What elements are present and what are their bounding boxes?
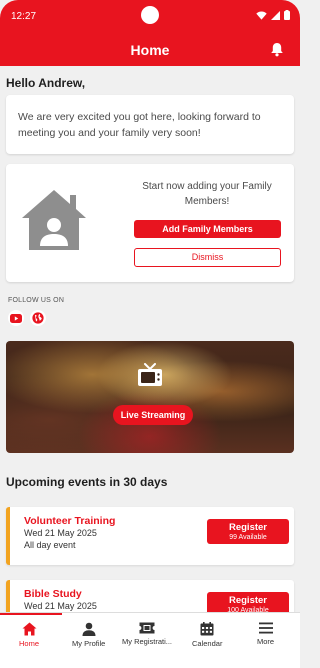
- event-title: Bible Study: [24, 588, 82, 600]
- globe-icon: [32, 312, 44, 324]
- add-family-members-button[interactable]: Add Family Members: [134, 220, 281, 238]
- person-icon: [82, 622, 96, 636]
- event-card[interactable]: Volunteer Training Wed 21 May 2025 All d…: [6, 507, 294, 565]
- event-date: Wed 21 May 2025: [24, 528, 97, 538]
- ticket-icon: [139, 622, 155, 634]
- event-date: Wed 21 May 2025: [24, 601, 97, 611]
- menu-icon: [258, 622, 273, 634]
- nav-item-my-profile[interactable]: My Profile: [72, 622, 105, 648]
- active-tab-indicator: [0, 613, 62, 615]
- welcome-text: We are very excited you got here, lookin…: [18, 111, 261, 139]
- register-label: Register: [228, 595, 267, 606]
- app-bar: Home: [0, 34, 300, 66]
- dismiss-button[interactable]: Dismiss: [134, 248, 281, 267]
- live-streaming-button[interactable]: Live Streaming: [113, 405, 193, 425]
- register-button[interactable]: Register 99 Available: [207, 519, 289, 544]
- nav-item-home[interactable]: Home: [19, 622, 39, 648]
- page-title: Home: [130, 42, 170, 58]
- availability-count: 99 Available: [229, 534, 267, 541]
- register-label: Register: [228, 522, 267, 533]
- event-time-note: All day event: [24, 540, 76, 550]
- family-card: Start now adding your Family Members! Ad…: [6, 164, 294, 282]
- home-icon: [22, 622, 36, 636]
- website-button[interactable]: [30, 310, 46, 326]
- camera-cutout: [141, 6, 159, 24]
- wifi-icon: [256, 10, 267, 20]
- status-icons: [256, 10, 290, 20]
- event-title: Volunteer Training: [24, 515, 116, 527]
- bell-icon[interactable]: [270, 42, 284, 57]
- nav-label: My Profile: [72, 639, 106, 648]
- nav-label: More: [257, 637, 275, 646]
- nav-label: My Registrati...: [122, 637, 173, 646]
- signal-icon: [271, 10, 280, 20]
- battery-icon: [284, 10, 290, 20]
- welcome-card: We are very excited you got here, lookin…: [6, 95, 294, 154]
- nav-label: Calendar: [192, 639, 223, 648]
- youtube-icon: [10, 313, 22, 323]
- youtube-button[interactable]: [8, 310, 24, 326]
- family-house-icon: [22, 190, 86, 250]
- tv-icon: [138, 363, 162, 386]
- status-time: 12:27: [11, 11, 37, 22]
- follow-us-label: FOLLOW US ON: [8, 297, 65, 304]
- nav-item-more[interactable]: More: [257, 622, 274, 646]
- live-streaming-card[interactable]: Live Streaming: [6, 341, 294, 453]
- nav-item-calendar[interactable]: Calendar: [192, 622, 222, 648]
- family-prompt: Start now adding your Family Members!: [142, 181, 272, 207]
- system-gesture-area: [0, 654, 300, 668]
- calendar-icon: [200, 622, 214, 636]
- greeting: Hello Andrew,: [6, 76, 86, 90]
- status-bar: 12:27: [0, 0, 300, 34]
- nav-item-my-registrations[interactable]: My Registrati...: [122, 622, 172, 646]
- nav-label: Home: [19, 639, 40, 648]
- bottom-navigation: Home My Profile My Registrati... Calenda…: [0, 612, 300, 654]
- events-heading: Upcoming events in 30 days: [6, 475, 168, 489]
